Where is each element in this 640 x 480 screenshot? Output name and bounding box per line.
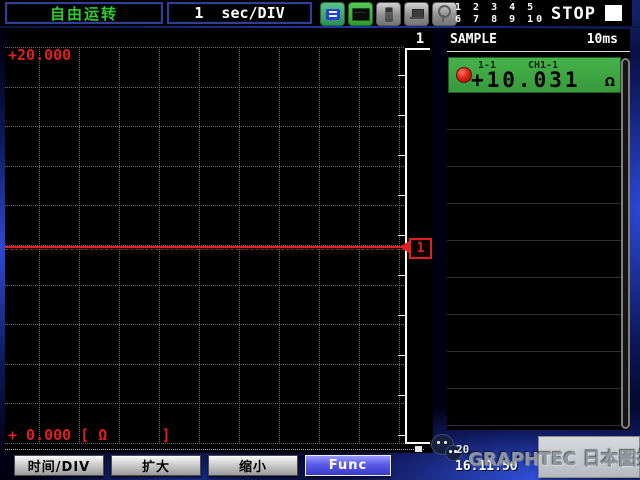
run-mode-box: 自由运转 xyxy=(5,2,163,24)
usb-memory-icon xyxy=(376,2,401,26)
func-button[interactable]: Func xyxy=(305,455,391,476)
channel-unit: Ω xyxy=(605,75,615,89)
lower-range-label: + 0.000 [ Ω ] xyxy=(8,426,171,444)
axis-top-bracket xyxy=(405,48,430,50)
watermark-text: GRAPHTEC 日本图技 xyxy=(468,445,640,471)
channel-digits-row1: 1 2 3 4 5 xyxy=(455,2,536,13)
axis-group-label: 1 xyxy=(411,31,429,47)
record-indicator-icon xyxy=(456,67,472,83)
plot-area[interactable]: +20.000 + 0.000 [ Ω ] 1 1 xyxy=(5,28,433,453)
sample-rate-value: 10ms xyxy=(587,32,618,47)
channel-digits-row2: 6 7 8 9 10 xyxy=(455,14,545,25)
pc-icon xyxy=(404,2,429,26)
channel-value: +10.031 xyxy=(471,68,581,92)
channel-card-ch1-1[interactable]: 1-1 CH1-1 +10.031 Ω xyxy=(448,57,621,93)
zoom-out-button[interactable]: 缩小 xyxy=(208,455,298,476)
channel-number-strip: 1 2 3 4 5 6 7 8 9 10 xyxy=(455,2,547,26)
run-status-label: STOP xyxy=(551,4,596,24)
memory-icon xyxy=(320,2,345,26)
sample-label: SAMPLE xyxy=(450,32,497,47)
sample-row: SAMPLE 10ms xyxy=(447,29,630,50)
axis-bottom-bracket xyxy=(405,442,430,444)
trace-marker-arrow-icon xyxy=(400,241,409,253)
plot-corner-marker xyxy=(415,446,422,452)
trace-cursor-line xyxy=(5,249,404,250)
display-icon xyxy=(348,2,373,26)
key-lock-icon xyxy=(432,2,457,26)
timebase-box: 1 sec/DIV xyxy=(167,2,312,24)
device-screen: 自由运转 1 sec/DIV 1 2 3 4 5 6 7 8 9 10 STOP… xyxy=(0,0,640,480)
trace-line xyxy=(5,246,404,248)
run-mode-label: 自由运转 xyxy=(50,3,118,24)
channel-list-panel: SAMPLE 10ms 1-1 CH1-1 +10.031 Ω xyxy=(447,29,630,430)
timebase-label: 1 sec/DIV xyxy=(194,4,284,22)
zoom-in-button[interactable]: 扩大 xyxy=(111,455,201,476)
stop-indicator-square xyxy=(605,5,622,21)
footer-divider-dotted xyxy=(5,449,424,450)
time-div-button[interactable]: 时间/DIV xyxy=(14,455,104,476)
trace-marker-handle[interactable]: 1 xyxy=(409,238,432,259)
panel-scrollbar[interactable] xyxy=(621,58,630,429)
sample-underline xyxy=(447,51,630,52)
upper-range-label: +20.000 xyxy=(8,46,71,64)
